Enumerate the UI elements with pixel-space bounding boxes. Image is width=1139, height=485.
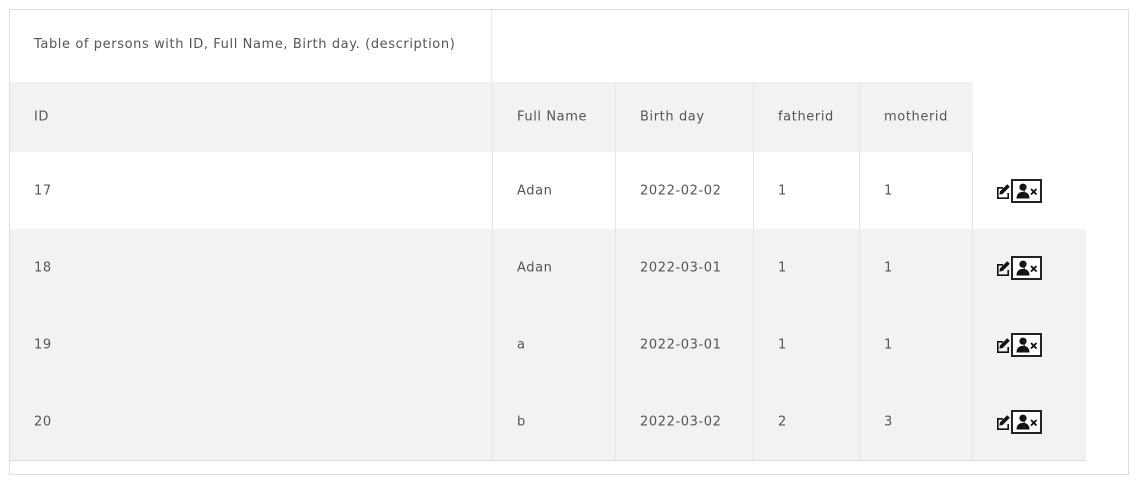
cell-fatherid-text: 1 (778, 337, 787, 352)
edit-icon[interactable] (995, 260, 1011, 276)
cell-id: 18 (10, 229, 493, 306)
row-actions: | (995, 255, 1042, 280)
table-header-row: ID Full Name Birth day fatherid motherid (10, 82, 973, 152)
row-actions: | (995, 178, 1042, 203)
edit-icon[interactable] (995, 337, 1011, 353)
cell-id-text: 17 (34, 183, 52, 198)
cell-id: 20 (10, 383, 493, 460)
cell-id: 19 (10, 306, 493, 383)
row-actions: | (995, 332, 1042, 357)
cell-actions: | (973, 306, 1086, 383)
cell-actions: | (973, 229, 1086, 306)
cell-birth-day: 2022-03-01 (616, 229, 754, 306)
cell-motherid: 1 (860, 229, 973, 306)
header-full-name-label: Full Name (517, 109, 588, 125)
cell-birth-day-text: 2022-02-02 (640, 183, 722, 198)
header-motherid-label: motherid (884, 109, 948, 125)
cell-fatherid-text: 2 (778, 414, 787, 429)
cell-birth-day-text: 2022-03-02 (640, 414, 722, 429)
header-fatherid[interactable]: fatherid (754, 82, 860, 152)
cell-fatherid: 1 (754, 306, 860, 383)
cell-motherid: 3 (860, 383, 973, 460)
cell-motherid: 1 (860, 306, 973, 383)
cell-birth-day: 2022-03-01 (616, 306, 754, 383)
cell-birth-day: 2022-02-02 (616, 152, 754, 229)
cell-actions: | (973, 383, 1086, 460)
action-separator: | (1022, 260, 1027, 275)
table-row: 19 a 2022-03-01 1 1 | (10, 306, 1086, 384)
cell-birth-day-text: 2022-03-01 (640, 260, 722, 275)
header-birth-day-label: Birth day (640, 109, 705, 125)
cell-full-name-text: a (517, 337, 526, 352)
cell-full-name-text: Adan (517, 260, 553, 275)
cell-fatherid-text: 1 (778, 260, 787, 275)
table-row: 20 b 2022-03-02 2 3 | (10, 383, 1086, 461)
cell-full-name: a (493, 306, 616, 383)
action-separator: | (1022, 414, 1027, 429)
cell-motherid-text: 3 (884, 414, 893, 429)
cell-fatherid: 1 (754, 229, 860, 306)
cell-id: 17 (10, 152, 493, 229)
table-row: 18 Adan 2022-03-01 1 1 | (10, 229, 1086, 307)
cell-full-name-text: b (517, 414, 526, 429)
cell-full-name-text: Adan (517, 183, 553, 198)
cell-motherid-text: 1 (884, 183, 893, 198)
edit-icon[interactable] (995, 414, 1011, 430)
cell-fatherid: 1 (754, 152, 860, 229)
cell-motherid-text: 1 (884, 337, 893, 352)
header-motherid[interactable]: motherid (860, 82, 973, 152)
header-id[interactable]: ID (10, 82, 493, 152)
table-row: 17 Adan 2022-02-02 1 1 | (10, 152, 1086, 230)
cell-fatherid: 2 (754, 383, 860, 460)
cell-id-text: 20 (34, 414, 52, 429)
table-caption: Table of persons with ID, Full Name, Bir… (10, 10, 492, 81)
cell-fatherid-text: 1 (778, 183, 787, 198)
cell-actions: | (973, 152, 1086, 229)
action-separator: | (1022, 183, 1027, 198)
header-full-name[interactable]: Full Name (493, 82, 616, 152)
cell-full-name: Adan (493, 152, 616, 229)
header-fatherid-label: fatherid (778, 109, 834, 125)
cell-full-name: b (493, 383, 616, 460)
cell-motherid-text: 1 (884, 260, 893, 275)
cell-motherid: 1 (860, 152, 973, 229)
action-separator: | (1022, 337, 1027, 352)
row-actions: | (995, 409, 1042, 434)
cell-id-text: 19 (34, 337, 52, 352)
edit-icon[interactable] (995, 183, 1011, 199)
header-id-label: ID (34, 109, 50, 125)
table-caption-text: Table of persons with ID, Full Name, Bir… (34, 37, 456, 52)
cell-birth-day-text: 2022-03-01 (640, 337, 722, 352)
header-birth-day[interactable]: Birth day (616, 82, 754, 152)
cell-birth-day: 2022-03-02 (616, 383, 754, 460)
cell-id-text: 18 (34, 260, 52, 275)
cell-full-name: Adan (493, 229, 616, 306)
